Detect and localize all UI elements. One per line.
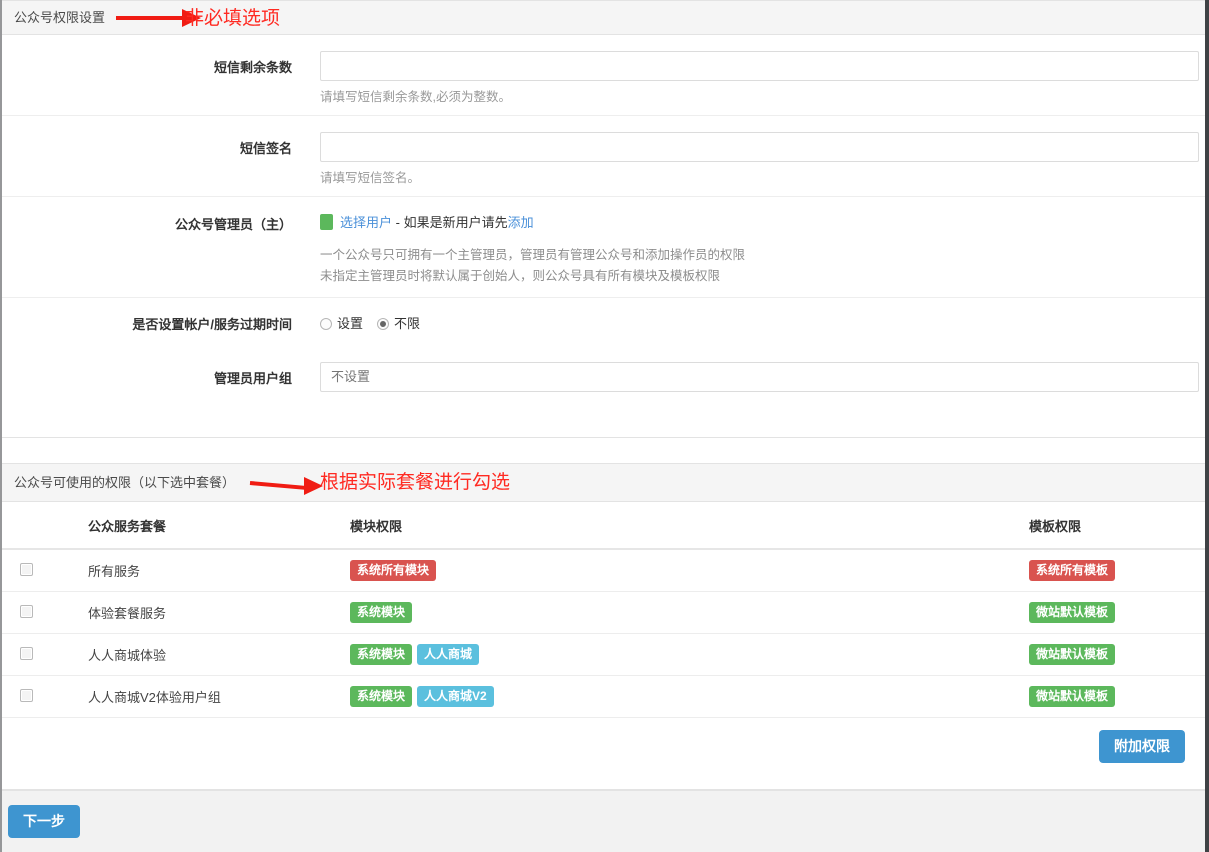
row-admin-group: 管理员用户组 不设置 xyxy=(2,362,1205,392)
radio-circle-unlimited[interactable] xyxy=(377,318,390,330)
table-row: 人人商城V2体验用户组 系统模块 人人商城V2 微站默认模板 xyxy=(2,675,1205,718)
section1-header: 公众号权限设置 非必填选项 xyxy=(2,1,1205,35)
module-permission-cell: 系统模块 人人商城V2 xyxy=(344,675,1023,718)
module-badge: 系统所有模块 xyxy=(350,560,437,581)
window-right-edge xyxy=(1205,0,1209,852)
template-permission-cell: 微站默认模板 xyxy=(1023,675,1205,718)
module-permission-cell: 系统模块 人人商城 xyxy=(344,633,1023,676)
row-checkbox-cell xyxy=(2,549,68,592)
module-badge: 系统模块 xyxy=(350,644,413,665)
module-badge: 系统模块 xyxy=(350,602,413,623)
extra-permission-button-row: 附加权限 xyxy=(2,718,1205,779)
page-root: 公众号权限设置 非必填选项 短信剩余条数 请填写短信剩余条数,必须为整数。 短信… xyxy=(0,0,1209,852)
package-name-cell: 人人商城V2体验用户组 xyxy=(68,675,344,718)
help-sms-signature: 请填写短信签名。 xyxy=(320,171,421,185)
module-badge: 人人商城 xyxy=(417,644,480,665)
package-checkbox[interactable] xyxy=(20,604,33,618)
radio-label-unlimited: 不限 xyxy=(394,316,421,331)
template-permission-cell: 微站默认模板 xyxy=(1023,633,1205,676)
template-badge: 微站默认模板 xyxy=(1029,602,1116,623)
radio-expire-set[interactable]: 设置 xyxy=(320,316,363,331)
label-admin: 公众号管理员（主） xyxy=(174,217,292,232)
th-templates: 模板权限 xyxy=(1023,502,1205,550)
radio-label-set: 设置 xyxy=(337,316,364,331)
th-package: 公众服务套餐 xyxy=(68,502,344,550)
template-permission-cell: 系统所有模板 xyxy=(1023,549,1205,592)
table-row: 体验套餐服务 系统模块 微站默认模板 xyxy=(2,591,1205,634)
package-checkbox[interactable] xyxy=(20,688,33,702)
label-sms-signature: 短信签名 xyxy=(239,141,292,156)
table-body: 所有服务 系统所有模块 系统所有模板 体验套餐服务 系统模块 微站默认模板 人人商城体验 系统… xyxy=(2,549,1205,718)
expire-radio-group: 设置 不限 xyxy=(320,314,1199,334)
package-permission-panel: 公众号可使用的权限（以下选中套餐） 根据实际套餐进行勾选 公众服务套餐 模块权限… xyxy=(2,463,1205,790)
admin-dash: - xyxy=(392,215,404,230)
section2-header: 公众号可使用的权限（以下选中套餐） 根据实际套餐进行勾选 xyxy=(2,464,1205,502)
row-expire: 是否设置帐户/服务过期时间 设置 不限 xyxy=(2,314,1205,344)
annotation-arrow-2 xyxy=(249,474,323,495)
module-badge: 系统模块 xyxy=(350,686,413,707)
row-sms-signature: 短信签名 请填写短信签名。 xyxy=(2,132,1205,197)
admin-group-select[interactable]: 不设置 xyxy=(320,362,1199,392)
radio-expire-unlimited[interactable]: 不限 xyxy=(377,316,420,331)
row-admin: 公众号管理员（主） 选择用户 - 如果是新用户请先添加 一个公众号只可拥有一个主… xyxy=(2,213,1205,298)
sms-remaining-input[interactable] xyxy=(320,51,1199,81)
radio-circle-set[interactable] xyxy=(320,318,332,330)
package-name-cell: 所有服务 xyxy=(68,549,344,592)
page-footer: 下一步 xyxy=(2,790,1205,852)
section2-title: 公众号可使用的权限（以下选中套餐） xyxy=(14,475,236,490)
annotation-text-1: 非必填选项 xyxy=(185,8,281,29)
module-badge: 人人商城V2 xyxy=(417,686,494,707)
template-badge: 微站默认模板 xyxy=(1029,686,1116,707)
package-name-cell: 人人商城体验 xyxy=(68,633,344,676)
admin-selector-line: 选择用户 - 如果是新用户请先添加 xyxy=(320,213,1199,233)
module-permission-cell: 系统模块 xyxy=(344,591,1023,634)
section1-title: 公众号权限设置 xyxy=(14,10,106,25)
package-permission-table: 公众服务套餐 模块权限 模板权限 所有服务 系统所有模块 系统所有模板 体验套餐服务系… xyxy=(2,502,1205,718)
admin-hint: 如果是新用户请先 xyxy=(403,215,508,230)
module-permission-cell: 系统所有模块 xyxy=(344,549,1023,592)
help-admin-line1: 一个公众号只可拥有一个主管理员，管理员有管理公众号和添加操作员的权限 xyxy=(320,248,746,262)
sms-signature-input[interactable] xyxy=(320,132,1199,162)
annotation-text-2: 根据实际套餐进行勾选 xyxy=(320,472,511,493)
select-user-link[interactable]: 选择用户 xyxy=(340,215,392,230)
table-head: 公众服务套餐 模块权限 模板权限 xyxy=(2,502,1205,550)
permission-settings-panel: 公众号权限设置 非必填选项 短信剩余条数 请填写短信剩余条数,必须为整数。 短信… xyxy=(2,0,1205,438)
package-checkbox[interactable] xyxy=(20,646,33,660)
row-checkbox-cell xyxy=(2,675,68,718)
row-checkbox-cell xyxy=(2,591,68,634)
table-row: 人人商城体验 系统模块 人人商城 微站默认模板 xyxy=(2,633,1205,676)
th-modules: 模块权限 xyxy=(344,502,1023,550)
help-sms-remaining: 请填写短信剩余条数,必须为整数。 xyxy=(320,90,511,104)
label-admin-group: 管理员用户组 xyxy=(213,371,292,386)
next-step-button[interactable]: 下一步 xyxy=(8,805,80,839)
extra-permission-button[interactable]: 附加权限 xyxy=(1099,730,1185,764)
table-row: 所有服务 系统所有模块 系统所有模板 xyxy=(2,549,1205,592)
row-sms-remaining: 短信剩余条数 请填写短信剩余条数,必须为整数。 xyxy=(2,51,1205,116)
template-permission-cell: 微站默认模板 xyxy=(1023,591,1205,634)
label-expire: 是否设置帐户/服务过期时间 xyxy=(132,317,292,332)
row-checkbox-cell xyxy=(2,633,68,676)
user-swatch-icon xyxy=(320,214,333,230)
package-name-cell: 体验套餐服务 xyxy=(68,591,344,634)
th-checkbox xyxy=(2,502,68,550)
label-sms-remaining: 短信剩余条数 xyxy=(213,60,292,75)
package-checkbox[interactable] xyxy=(20,562,33,576)
table-header-row: 公众服务套餐 模块权限 模板权限 xyxy=(2,502,1205,550)
add-user-link[interactable]: 添加 xyxy=(508,215,534,230)
template-badge: 微站默认模板 xyxy=(1029,644,1116,665)
help-admin-line2: 未指定主管理员时将默认属于创始人，则公众号具有所有模块及模板权限 xyxy=(320,269,721,283)
template-badge: 系统所有模板 xyxy=(1029,560,1116,581)
